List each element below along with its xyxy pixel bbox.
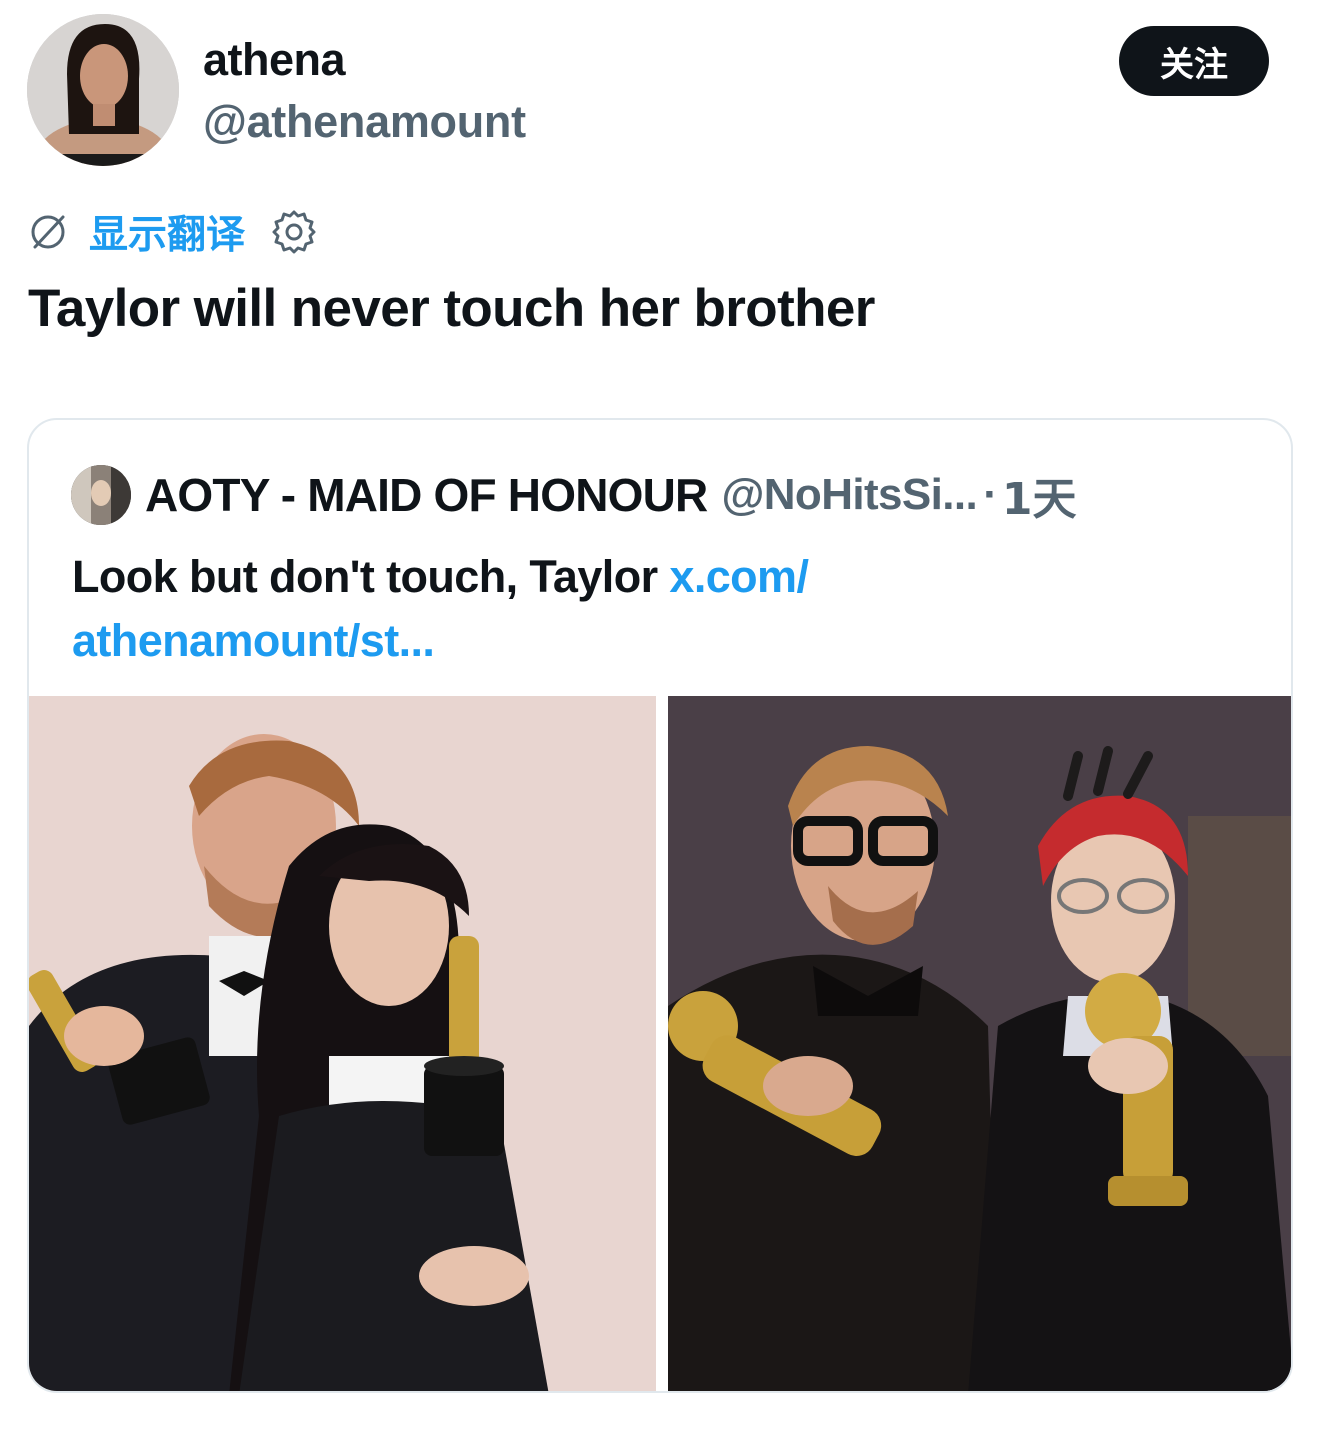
tweet-text: Taylor will never touch her brother <box>28 279 875 338</box>
quoted-tweet-card[interactable]: AOTY - MAID OF HONOUR @NoHitsSi... · 1天 … <box>27 418 1293 1393</box>
oscars-photo-image <box>29 696 656 1391</box>
follow-button[interactable]: 关注 <box>1119 26 1269 96</box>
quoted-avatar-image <box>71 465 131 525</box>
quoted-timestamp[interactable]: 1天 <box>1002 463 1077 527</box>
globe-slash-icon <box>31 215 65 249</box>
quoted-tweet-header: AOTY - MAID OF HONOUR @NoHitsSi... · 1天 <box>71 464 1076 526</box>
quoted-handle[interactable]: @NoHitsSi... <box>721 470 977 520</box>
author-handle[interactable]: @athenamount <box>203 96 526 148</box>
avatar-image <box>27 14 179 166</box>
quoted-link-part1[interactable]: x.com/ <box>669 551 809 602</box>
photo-oscars[interactable] <box>29 696 656 1391</box>
separator-dot: · <box>983 470 998 519</box>
quoted-media-grid <box>29 696 1291 1391</box>
quoted-tweet-text: Look but don't touch, Taylor x.com/athen… <box>72 545 1172 673</box>
quoted-link-part2[interactable]: athenamount/st... <box>72 615 435 666</box>
media-divider <box>656 696 668 1391</box>
quoted-text-body: Look but don't touch, Taylor <box>72 551 670 602</box>
photo-golden-globes[interactable] <box>668 696 1291 1391</box>
quoted-author-avatar[interactable] <box>71 465 131 525</box>
quoted-display-name[interactable]: AOTY - MAID OF HONOUR <box>145 468 708 522</box>
translate-row: 显示翻译 <box>27 208 317 258</box>
golden-globes-photo-image <box>668 696 1291 1391</box>
gear-icon[interactable] <box>271 209 317 255</box>
author-avatar[interactable] <box>27 14 179 166</box>
author-display-name[interactable]: athena <box>203 34 346 86</box>
show-translation-link[interactable]: 显示翻译 <box>89 204 245 260</box>
